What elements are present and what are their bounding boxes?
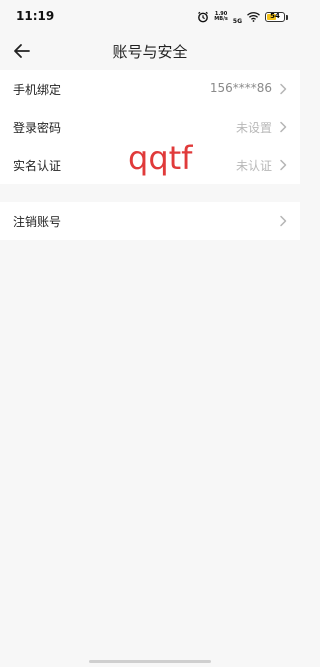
delete-account-row[interactable]: 注销账号 [0,202,300,240]
row-label: 登录密码 [13,121,62,135]
row-value: 未设置 [235,121,272,135]
signal-icon: 5G [233,8,242,27]
status-icons: 1.90 MB/s 5G 54 [197,8,288,27]
wifi-icon [247,12,260,22]
battery-level: 54 [270,12,280,20]
row-value: 未认证 [235,159,272,173]
status-bar: 11:19 1.90 MB/s 5G 54 [0,0,300,36]
net-speed-unit: MB/s [214,16,228,22]
chevron-right-icon [280,121,287,133]
page-title: 账号与安全 [112,43,188,61]
net-speed: 1.90 MB/s [214,12,228,22]
row-label: 注销账号 [13,215,62,229]
row-label: 实名认证 [13,159,62,173]
row-value: 156****86 [209,81,272,95]
battery-cap [286,14,288,20]
chevron-right-icon [280,215,287,227]
row-label: 手机绑定 [13,83,62,97]
account-deletion-group: 注销账号 [0,202,300,240]
watermark-text: qqtf [128,139,193,177]
alarm-icon [197,11,209,23]
nav-bar: 账号与安全 [0,36,300,66]
status-time: 11:19 [16,9,55,23]
network-type: 5G [232,17,242,25]
chevron-right-icon [280,83,287,95]
home-indicator[interactable] [89,660,211,663]
battery-icon: 54 [265,12,285,22]
phone-binding-row[interactable]: 手机绑定 156****86 [0,70,300,108]
chevron-right-icon [280,159,287,171]
